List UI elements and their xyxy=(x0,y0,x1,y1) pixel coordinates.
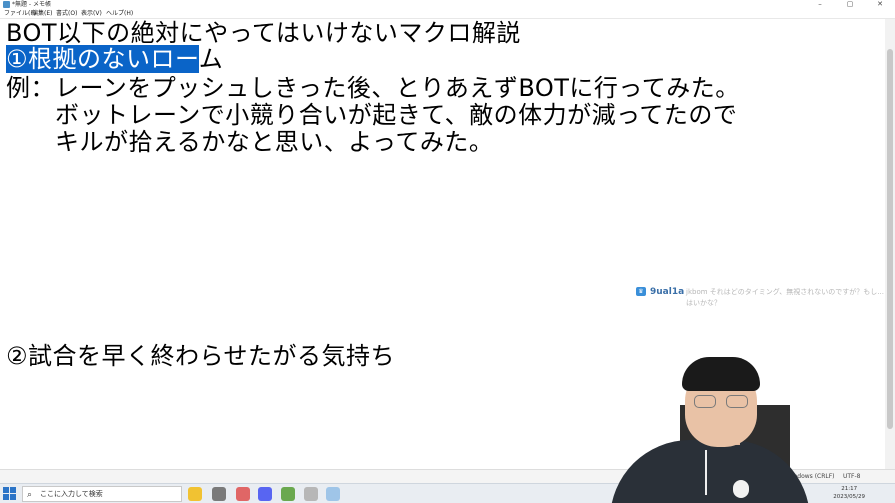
taskbar-search-input[interactable]: ⌕ ここに入力して検索 xyxy=(22,486,182,502)
app-icon[interactable] xyxy=(236,487,250,501)
doc-line-heading-1: ①根拠のないローム xyxy=(6,45,223,73)
doc-line-heading-1-rest: ム xyxy=(198,45,224,73)
doc-line-example-2: ボットレーンで小競り合いが起きて、敵の体力が減ってたので xyxy=(6,101,738,129)
maximize-button[interactable]: ▢ xyxy=(835,0,865,9)
chrome-icon[interactable] xyxy=(188,487,202,501)
minecraft-icon[interactable] xyxy=(281,487,295,501)
windows-start-icon[interactable] xyxy=(3,487,16,500)
text-selection: ①根拠のないロー xyxy=(6,45,199,73)
chat-badge-icon: ♛ xyxy=(636,287,646,296)
minimize-button[interactable]: – xyxy=(805,0,835,9)
shirt-logo xyxy=(733,480,749,498)
doc-line-example-3: キルが拾えるかなと思い、よってみた。 xyxy=(6,128,494,156)
title-bar: *無題 - メモ帳 – ▢ ✕ xyxy=(0,0,895,9)
streamer-hair xyxy=(682,357,760,391)
chat-overlay: ♛ 9ual1a jkbom それはどのタイミング、無視されないのですが？もし.… xyxy=(636,285,891,315)
notepad-taskbar-icon[interactable] xyxy=(326,487,340,501)
chat-message: jkbom それはどのタイミング、無視されないのですが？もし... はいかな？ xyxy=(686,288,884,307)
menu-edit[interactable]: 編集(E) xyxy=(32,9,52,19)
notepad-icon xyxy=(3,1,10,8)
menu-view[interactable]: 表示(V) xyxy=(81,9,102,19)
app-icon[interactable] xyxy=(212,487,226,501)
app-icon[interactable] xyxy=(304,487,318,501)
glasses xyxy=(694,395,750,409)
webcam-overlay xyxy=(610,345,895,503)
chat-username: 9ual1a xyxy=(650,287,685,297)
menu-bar: ファイル(F) 編集(E) 書式(O) 表示(V) ヘルプ(H) xyxy=(0,9,895,19)
doc-line-title: BOT以下の絶対にやってはいけないマクロ解説 xyxy=(6,19,521,47)
search-icon: ⌕ xyxy=(27,490,33,500)
close-button[interactable]: ✕ xyxy=(865,0,895,9)
menu-help[interactable]: ヘルプ(H) xyxy=(106,9,133,19)
discord-icon[interactable] xyxy=(258,487,272,501)
doc-line-example: 例：レーンをプッシュしきった後、とりあえずBOTに行ってみた。 xyxy=(6,74,740,102)
earphone-cable xyxy=(705,450,707,495)
doc-line-heading-2: ②試合を早く終わらせたがる気持ち xyxy=(6,342,396,370)
menu-format[interactable]: 書式(O) xyxy=(56,9,77,19)
window-title: *無題 - メモ帳 xyxy=(12,1,51,8)
search-placeholder: ここに入力して検索 xyxy=(40,490,103,498)
